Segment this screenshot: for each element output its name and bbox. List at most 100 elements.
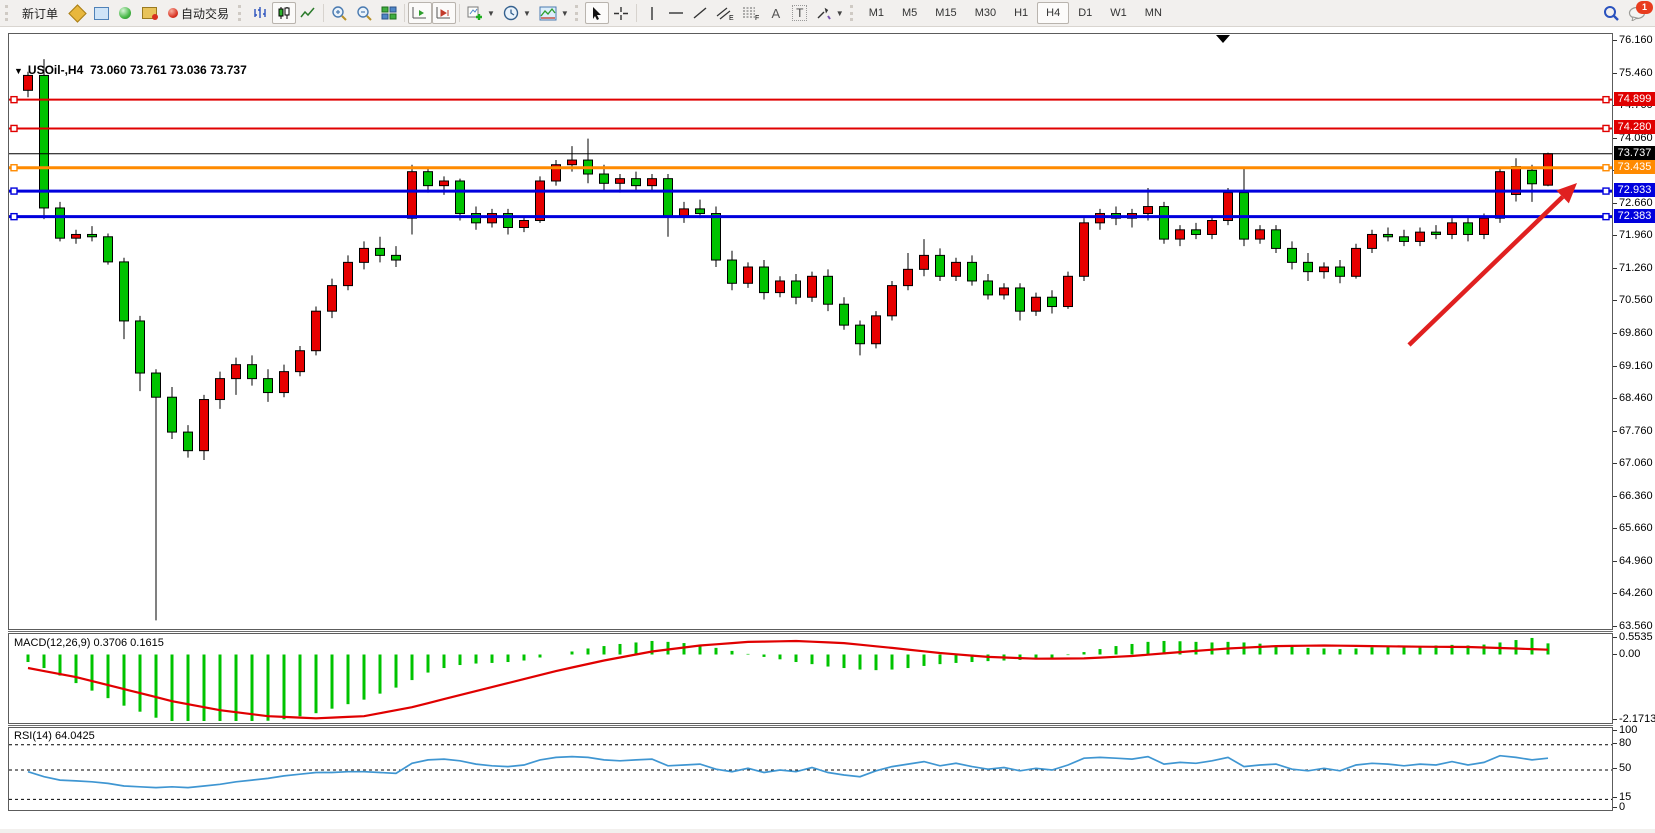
text-label-icon: T	[792, 5, 807, 21]
line-handle[interactable]	[11, 165, 17, 171]
zoom-in-icon	[331, 5, 348, 21]
timeframe-d1[interactable]: D1	[1069, 2, 1101, 24]
templates-button[interactable]: ▼	[535, 2, 573, 24]
line-handle[interactable]	[1603, 214, 1609, 220]
equidistant-channel-button[interactable]: E	[712, 2, 738, 24]
candle-up	[1176, 225, 1185, 246]
candlestick-chart-button[interactable]	[272, 2, 296, 24]
timeframe-m15[interactable]: M15	[926, 2, 965, 24]
hline-74.280[interactable]	[9, 125, 1612, 131]
rsi-panel[interactable]	[8, 727, 1613, 811]
terminal-button[interactable]	[137, 2, 161, 24]
candle-up	[1368, 230, 1377, 253]
navigator-button[interactable]	[113, 2, 137, 24]
candle-down	[120, 258, 129, 339]
market-watch-button[interactable]	[65, 2, 89, 24]
axis-tickmark	[1613, 719, 1617, 720]
candle-down	[1464, 216, 1473, 242]
line-handle[interactable]	[1603, 188, 1609, 194]
axis-tickmark	[1613, 203, 1617, 204]
price-tick: 67.760	[1619, 425, 1655, 437]
period-button[interactable]: ▼	[499, 2, 535, 24]
data-window-button[interactable]	[89, 2, 113, 24]
new-order-button[interactable]: 新订单	[15, 2, 65, 24]
candlestick-chart[interactable]	[9, 34, 1612, 629]
vertical-line-button[interactable]	[640, 2, 664, 24]
zoom-out-button[interactable]	[352, 2, 377, 24]
timeframe-m1[interactable]: M1	[860, 2, 893, 24]
panel-splitter[interactable]	[8, 725, 1613, 726]
search-icon[interactable]	[1603, 5, 1620, 22]
candle-down	[104, 234, 113, 265]
equidistant-channel-icon: E	[716, 6, 734, 21]
timeframe-m30[interactable]: M30	[966, 2, 1005, 24]
timeframe-h1[interactable]: H1	[1005, 2, 1037, 24]
axis-tickmark	[1613, 333, 1617, 334]
hline-72.383[interactable]	[9, 214, 1612, 220]
crosshair-button[interactable]	[609, 2, 633, 24]
notifications-button[interactable]: 1	[1628, 6, 1646, 21]
candle-up	[744, 262, 753, 288]
hline-72.933[interactable]	[9, 188, 1612, 194]
macd-panel[interactable]	[8, 633, 1613, 724]
panel-splitter[interactable]	[8, 631, 1613, 632]
axis-tickmark	[1613, 654, 1617, 655]
hline-74.899[interactable]	[9, 97, 1612, 103]
line-handle[interactable]	[11, 188, 17, 194]
candle-down	[1016, 283, 1025, 320]
candle-down	[584, 139, 593, 184]
data-window-icon	[94, 7, 109, 20]
tile-windows-button[interactable]	[377, 2, 401, 24]
text-label-button[interactable]: T	[788, 2, 812, 24]
line-handle[interactable]	[1603, 97, 1609, 103]
cursor-button[interactable]	[585, 2, 609, 24]
arrows-tool-button[interactable]: ▼	[812, 2, 848, 24]
collapse-caret-icon[interactable]: ▼	[14, 66, 23, 76]
timeframe-w1[interactable]: W1	[1101, 2, 1136, 24]
trend-arrow[interactable]	[1409, 183, 1577, 345]
timeframe-m5[interactable]: M5	[893, 2, 926, 24]
horizontal-line-button[interactable]	[664, 2, 688, 24]
axis-tickmark	[1613, 626, 1617, 627]
macd-chart[interactable]	[9, 634, 1612, 723]
chart-shift-button[interactable]	[432, 2, 456, 24]
line-handle[interactable]	[11, 214, 17, 220]
horizontal-line-icon	[668, 6, 684, 20]
candle-up	[488, 209, 497, 228]
macd-signal-line	[28, 641, 1548, 718]
timeframe-h4[interactable]: H4	[1037, 2, 1069, 24]
toolbar-grip	[850, 5, 856, 21]
axis-tickmark	[1613, 40, 1617, 41]
fibonacci-button[interactable]: F	[738, 2, 764, 24]
candle-up	[1096, 209, 1105, 230]
candle-up	[552, 160, 561, 186]
line-chart-button[interactable]	[296, 2, 320, 24]
zoom-in-button[interactable]	[327, 2, 352, 24]
candle-down	[1048, 290, 1057, 313]
axis-tickmark	[1613, 768, 1617, 769]
price-tick: 71.260	[1619, 262, 1655, 274]
channel-letter: E	[729, 15, 734, 21]
new-chart-button[interactable]: ▼	[463, 2, 499, 24]
hline-73.435[interactable]	[9, 165, 1612, 171]
timeframe-mn[interactable]: MN	[1136, 2, 1171, 24]
candle-down	[1272, 225, 1281, 253]
line-handle[interactable]	[1603, 125, 1609, 131]
price-chart-panel[interactable]	[8, 33, 1613, 630]
candle-up	[1032, 293, 1041, 316]
auto-trading-button[interactable]: 自动交易	[161, 2, 236, 24]
line-handle[interactable]	[1603, 165, 1609, 171]
line-handle[interactable]	[11, 125, 17, 131]
axis-tickmark	[1613, 300, 1617, 301]
line-handle[interactable]	[11, 97, 17, 103]
auto-scroll-button[interactable]	[408, 2, 432, 24]
rsi-chart[interactable]	[9, 728, 1612, 810]
price-label-72.933: 72.933	[1614, 183, 1655, 197]
bar-chart-button[interactable]	[248, 2, 272, 24]
trendline-button[interactable]	[688, 2, 712, 24]
price-tick: 71.960	[1619, 229, 1655, 241]
ohlc-high: 73.761	[130, 63, 167, 77]
axis-tickmark	[1613, 463, 1617, 464]
fibonacci-icon: F	[742, 6, 760, 21]
text-button[interactable]: A	[764, 2, 788, 24]
